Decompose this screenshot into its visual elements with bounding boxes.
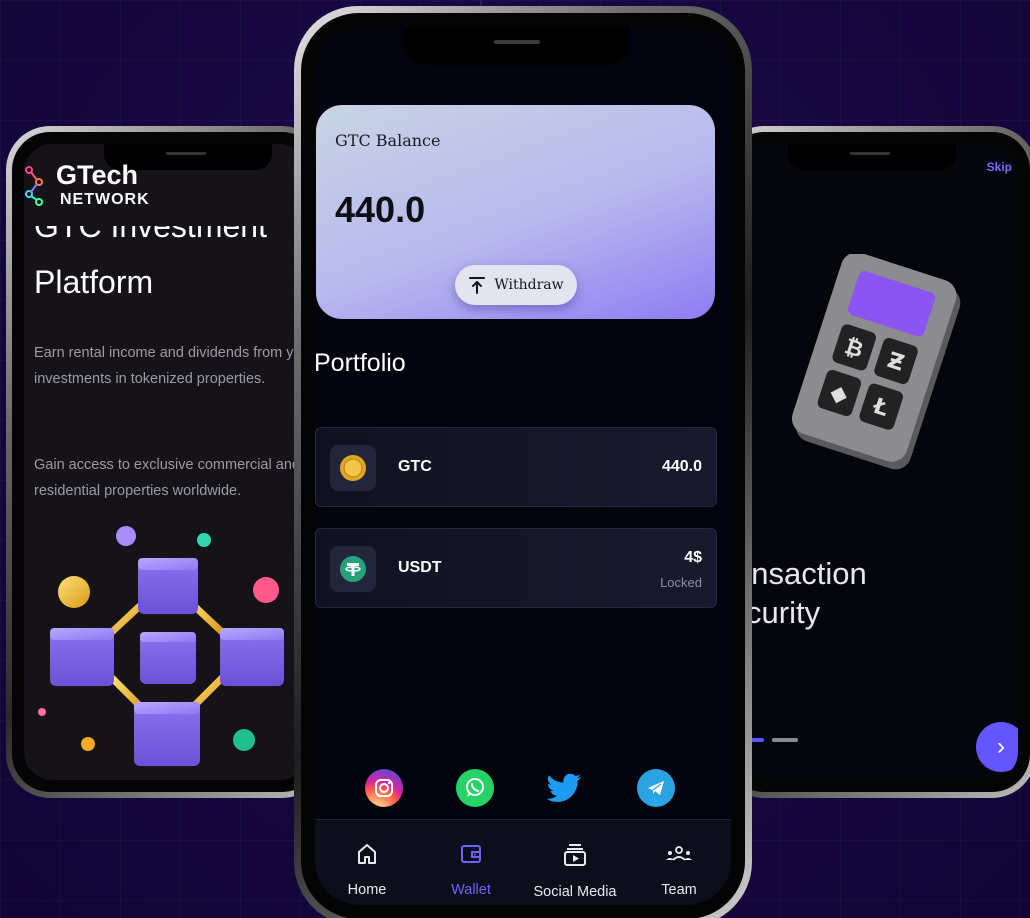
asset-icon-box [330,546,376,592]
heading-cut: GTC Investment [34,226,267,246]
asset-value: 440.0 [661,458,702,475]
page-dot [772,738,798,742]
brand-subtitle: NETWORK [60,191,150,208]
nav-wallet-label: Wallet [451,882,491,898]
onboarding-title-line-1: ansaction [738,556,867,591]
media-icon [564,844,586,866]
nav-home[interactable]: Home [315,820,419,905]
crypto-calculator-illustration: ₿ Ƶ ◆ Ł [791,254,961,470]
portfolio-heading: Portfolio [315,349,406,377]
bottom-nav: Home Wallet Social Media Team [315,819,731,905]
center-phone-bezel: Wallet GTC Balance 440.0 Withdraw Portfo… [301,13,745,918]
asset-value: 4$ [684,549,702,566]
cube-bottom [134,702,200,766]
balance-label: GTC Balance [335,131,441,150]
withdraw-button[interactable]: Withdraw [455,265,577,305]
cube-left [50,628,114,686]
wallet-icon [461,845,481,863]
asset-row-usdt[interactable]: USDT 4$ Locked [315,528,717,608]
heading-cut-text: GTC Investment [34,226,267,244]
tether-coin-icon [340,556,366,582]
balance-card: GTC Balance 440.0 Withdraw [316,105,715,319]
nav-social-media[interactable]: Social Media [523,820,627,905]
gtc-coin-icon [340,455,366,481]
gtech-logo-icon [24,164,48,208]
heading-platform: Platform [34,264,154,300]
wallet-screen: Wallet GTC Balance 440.0 Withdraw Portfo… [315,27,731,905]
nav-social-media-label: Social Media [533,884,617,900]
center-phone: Wallet GTC Balance 440.0 Withdraw Portfo… [294,6,752,918]
right-phone-bezel: Skip ₿ Ƶ ◆ Ł ansaction curity › [726,132,1030,792]
home-icon [358,844,376,864]
cube-center [140,632,196,684]
nav-team[interactable]: Team [627,820,731,905]
paragraph-access: Gain access to exclusive commercial and … [34,457,300,499]
nav-home-label: Home [347,882,387,898]
chevron-right-icon: › [997,733,1005,760]
paragraph-rental: Earn rental income and dividends from yo… [34,345,308,387]
balance-amount: 440.0 [335,189,426,230]
brand-title: GTech [56,160,139,190]
bitcoin-coin-icon [58,576,90,608]
right-phone: Skip ₿ Ƶ ◆ Ł ansaction curity › [720,126,1030,798]
whatsapp-icon[interactable] [455,769,494,807]
asset-name: GTC [398,458,432,475]
skip-button[interactable]: Skip [987,160,1012,174]
center-phone-notch [404,27,630,65]
asset-icon-box [330,445,376,491]
right-phone-notch [788,144,956,170]
left-phone-bezel: GTech NETWORK GTC Investment Platform Ea… [12,132,320,792]
telegram-icon[interactable] [636,769,675,807]
asset-name: USDT [398,559,442,576]
right-phone-screen: Skip ₿ Ƶ ◆ Ł ansaction curity › [738,144,1018,780]
asset-row-gtc[interactable]: GTC 440.0 [315,427,717,507]
nav-team-label: Team [661,882,697,898]
cube-right [220,628,284,686]
team-icon [666,846,692,861]
cube-top [138,558,198,614]
next-button[interactable]: › [976,722,1018,772]
asset-status: Locked [660,575,702,590]
onboarding-title: ansaction curity [738,554,867,632]
nav-wallet[interactable]: Wallet [419,820,523,905]
instagram-icon[interactable] [365,769,403,807]
twitter-icon[interactable] [546,769,584,807]
left-phone-screen: GTech NETWORK GTC Investment Platform Ea… [24,144,308,780]
social-links [365,769,675,807]
withdraw-label: Withdraw [494,277,564,293]
upload-arrow-icon [469,277,486,294]
left-phone: GTech NETWORK GTC Investment Platform Ea… [6,126,326,798]
blockchain-illustration [38,526,284,766]
brand-logo: GTech NETWORK [24,162,150,209]
